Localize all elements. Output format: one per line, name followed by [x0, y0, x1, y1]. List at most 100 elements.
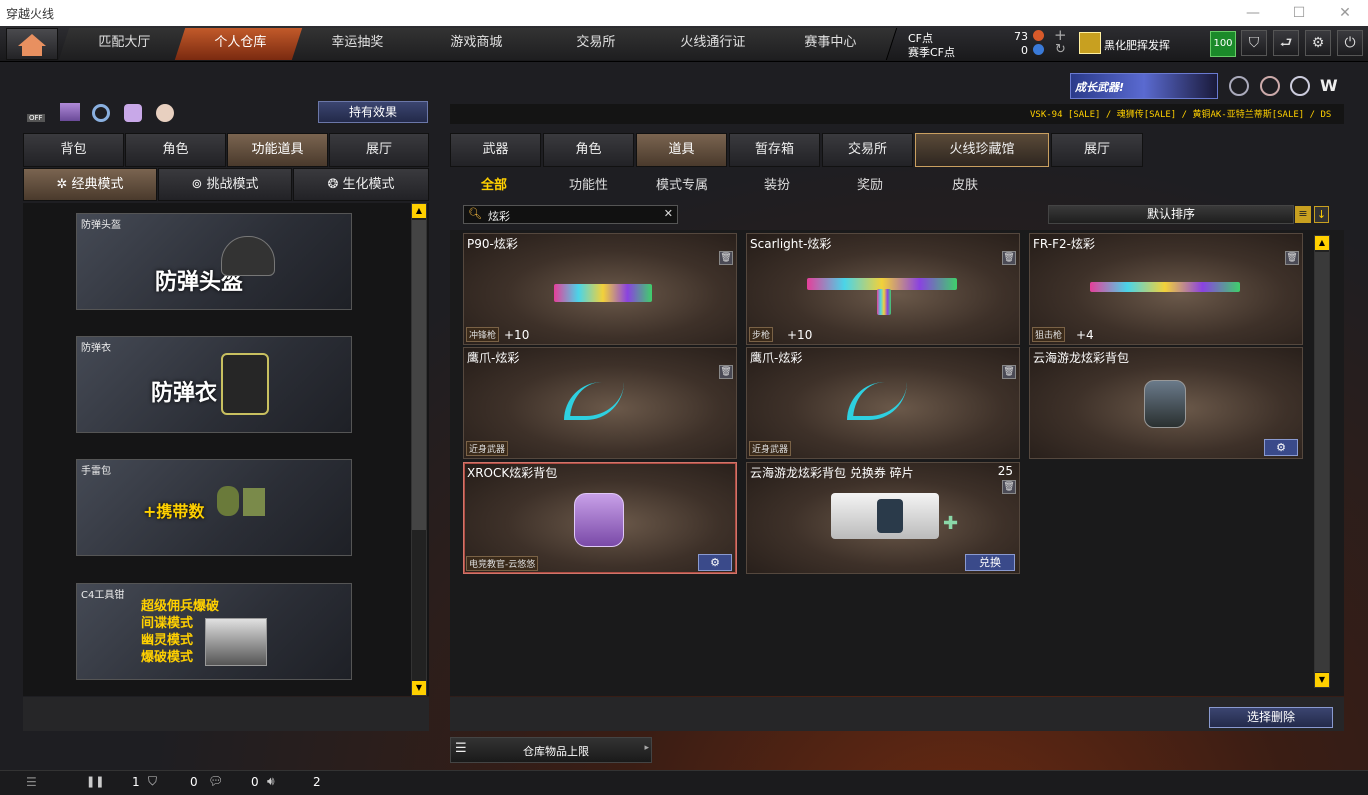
return-icon[interactable]: ⮐	[1273, 30, 1299, 56]
effects-button[interactable]: 持有效果	[318, 101, 428, 123]
select-delete-button[interactable]: 选择删除	[1209, 707, 1333, 728]
nav-tab-lucky-draw[interactable]: 幸运抽奖	[291, 28, 425, 60]
season-cf-label: 赛季CF点	[908, 46, 956, 59]
item-card-claw-2[interactable]: 鹰爪-炫彩 🗑︎ 近身武器	[746, 347, 1020, 459]
trash-icon[interactable]: 🗑︎	[719, 251, 733, 265]
trash-icon[interactable]: 🗑︎	[719, 365, 733, 379]
nav-tab-personal-warehouse[interactable]: 个人仓库	[174, 28, 308, 60]
item-card-vest[interactable]: 防弹衣 防弹衣	[76, 336, 352, 433]
settings-button[interactable]: ⚙	[698, 554, 732, 571]
list-view-icon[interactable]: ≡	[1295, 206, 1311, 223]
stats-icon[interactable]	[60, 103, 80, 121]
redeem-button[interactable]: 兑换	[965, 554, 1015, 571]
growth-weapon-banner[interactable]: 成长武器!	[1070, 73, 1218, 99]
window-title: 穿越火线	[6, 7, 55, 21]
clear-search-icon[interactable]: ✕	[664, 207, 673, 220]
left-tab-character[interactable]: 角色	[125, 133, 226, 167]
badge-icon-4[interactable]: W	[1320, 76, 1342, 96]
nav-tab-match-lobby[interactable]: 匹配大厅	[58, 28, 192, 60]
subtab-cosmetic[interactable]: 装扮	[764, 174, 790, 193]
grenade-icon	[217, 486, 239, 516]
subtab-rewards[interactable]: 奖励	[857, 174, 883, 193]
minimize-icon[interactable]: —	[1230, 0, 1276, 26]
right-tab-temp-box[interactable]: 暂存箱	[729, 133, 820, 167]
refresh-icon[interactable]: ↻	[1055, 42, 1066, 57]
settings-button[interactable]: ⚙	[1264, 439, 1298, 456]
sort-order-icon[interactable]: ↓	[1314, 206, 1329, 223]
scroll-down-icon[interactable]: ▼	[412, 681, 426, 695]
home-button[interactable]	[6, 28, 58, 60]
mode-tab-challenge[interactable]: ⊚ 挑战模式	[158, 168, 292, 201]
nav-tab-game-store[interactable]: 游戏商城	[410, 28, 544, 60]
right-tab-exchange[interactable]: 交易所	[822, 133, 913, 167]
badge-icon-1[interactable]	[1229, 76, 1249, 96]
subtab-functional[interactable]: 功能性	[569, 174, 608, 193]
trash-icon[interactable]: 🗑︎	[1002, 480, 1016, 494]
power-icon[interactable]: ⏻	[1337, 30, 1363, 56]
nav-tab-exchange[interactable]: 交易所	[529, 28, 663, 60]
subtab-all[interactable]: 全部	[481, 174, 507, 193]
nav-tab-battle-pass[interactable]: 火线通行证	[646, 28, 780, 60]
close-icon[interactable]: ✕	[1322, 0, 1368, 26]
scroll-down-icon[interactable]: ▼	[1315, 673, 1329, 687]
left-scrollbar[interactable]: ▲ ▼	[411, 203, 427, 696]
nav-tab-event-center[interactable]: 赛事中心	[764, 28, 898, 60]
search-input[interactable]: 炫彩	[488, 208, 510, 224]
scroll-thumb[interactable]	[412, 220, 426, 530]
badge-icon-2[interactable]	[1260, 76, 1280, 96]
scroll-up-icon[interactable]: ▲	[1315, 236, 1329, 250]
toggle-icon[interactable]: OFF	[27, 104, 49, 124]
item-card-helmet[interactable]: 防弹头盔 防弹头盔	[76, 213, 352, 310]
item-card-p90[interactable]: P90-炫彩 🗑︎ 冲锋枪 +10	[463, 233, 737, 345]
item-card-claw-1[interactable]: 鹰爪-炫彩 🗑︎ 近身武器	[463, 347, 737, 459]
bag-icon[interactable]	[156, 104, 174, 122]
shield-icon[interactable]: ⛉	[1241, 30, 1267, 56]
gear-icon[interactable]: ⚙	[1305, 30, 1331, 56]
status-value-2: 0	[190, 775, 198, 789]
subtab-skins[interactable]: 皮肤	[952, 174, 978, 193]
mode-tab-zombie[interactable]: ❂ 生化模式	[293, 168, 429, 201]
subtab-mode-exclusive[interactable]: 模式专属	[656, 174, 708, 193]
p90-image	[554, 284, 652, 302]
scarlight-grip	[877, 289, 891, 315]
speaker-icon[interactable]: 🔊︎	[267, 774, 275, 789]
right-tab-collection[interactable]: 火线珍藏馆	[915, 133, 1049, 167]
sort-dropdown[interactable]: 默认排序	[1048, 205, 1294, 224]
search-field[interactable]: 🔍︎ 炫彩 ✕	[463, 205, 678, 224]
menu-icon[interactable]: ☰	[26, 775, 37, 789]
storage-limit-bar[interactable]: ☰ 仓库物品上限 ▸	[450, 737, 652, 763]
trash-icon[interactable]: 🗑︎	[1285, 251, 1299, 265]
item-card-voucher-fragment[interactable]: 云海游龙炫彩背包 兑换券 碎片 25 🗑︎ ✚ 兑换	[746, 462, 1020, 574]
right-tab-weapons[interactable]: 武器	[450, 133, 541, 167]
status-value-1: 1	[132, 775, 140, 789]
mode-tab-classic[interactable]: ✲ 经典模式	[23, 168, 157, 201]
maximize-icon[interactable]: ☐	[1276, 0, 1322, 26]
chat-icon[interactable]: 💬︎	[208, 774, 223, 788]
trash-icon[interactable]: 🗑︎	[1002, 251, 1016, 265]
expand-icon[interactable]: ▸	[644, 743, 649, 753]
right-scrollbar[interactable]: ▲ ▼	[1314, 235, 1330, 688]
item-card-c4-pliers[interactable]: C4工具钳 超级佣兵爆破 间谍模式 幽灵模式 爆破模式	[76, 583, 352, 680]
left-footer	[23, 697, 429, 731]
puzzle-piece-icon: ✚	[943, 513, 959, 534]
item-card-xrock-backpack[interactable]: XROCK炫彩背包 电竞教官-云悠悠 ⚙	[463, 462, 737, 574]
item-card-scarlight[interactable]: Scarlight-炫彩 🗑︎ 步枪 +10	[746, 233, 1020, 345]
right-tab-items[interactable]: 道具	[636, 133, 727, 167]
item-card-fr-f2[interactable]: FR-F2-炫彩 🗑︎ 狙击枪 +4	[1029, 233, 1303, 345]
left-tab-functional-items[interactable]: 功能道具	[227, 133, 328, 167]
left-tab-showroom[interactable]: 展厅	[329, 133, 429, 167]
right-tab-character[interactable]: 角色	[543, 133, 634, 167]
left-tab-backpack[interactable]: 背包	[23, 133, 124, 167]
status-value-3: 0	[251, 775, 259, 789]
scroll-up-icon[interactable]: ▲	[412, 204, 426, 218]
item-card-grenade-pack[interactable]: 手雷包 +携带数	[76, 459, 352, 556]
badge-icon-3[interactable]	[1290, 76, 1310, 96]
claw-image	[847, 382, 907, 420]
trash-icon[interactable]: 🗑︎	[1002, 365, 1016, 379]
item-card-dragon-backpack[interactable]: 云海游龙炫彩背包 ⚙	[1029, 347, 1303, 459]
right-tab-showroom[interactable]: 展厅	[1051, 133, 1143, 167]
backpack-image	[574, 493, 624, 547]
target-icon[interactable]	[92, 104, 110, 122]
character-icon[interactable]	[124, 104, 142, 122]
scroll-thumb[interactable]	[1315, 252, 1329, 672]
